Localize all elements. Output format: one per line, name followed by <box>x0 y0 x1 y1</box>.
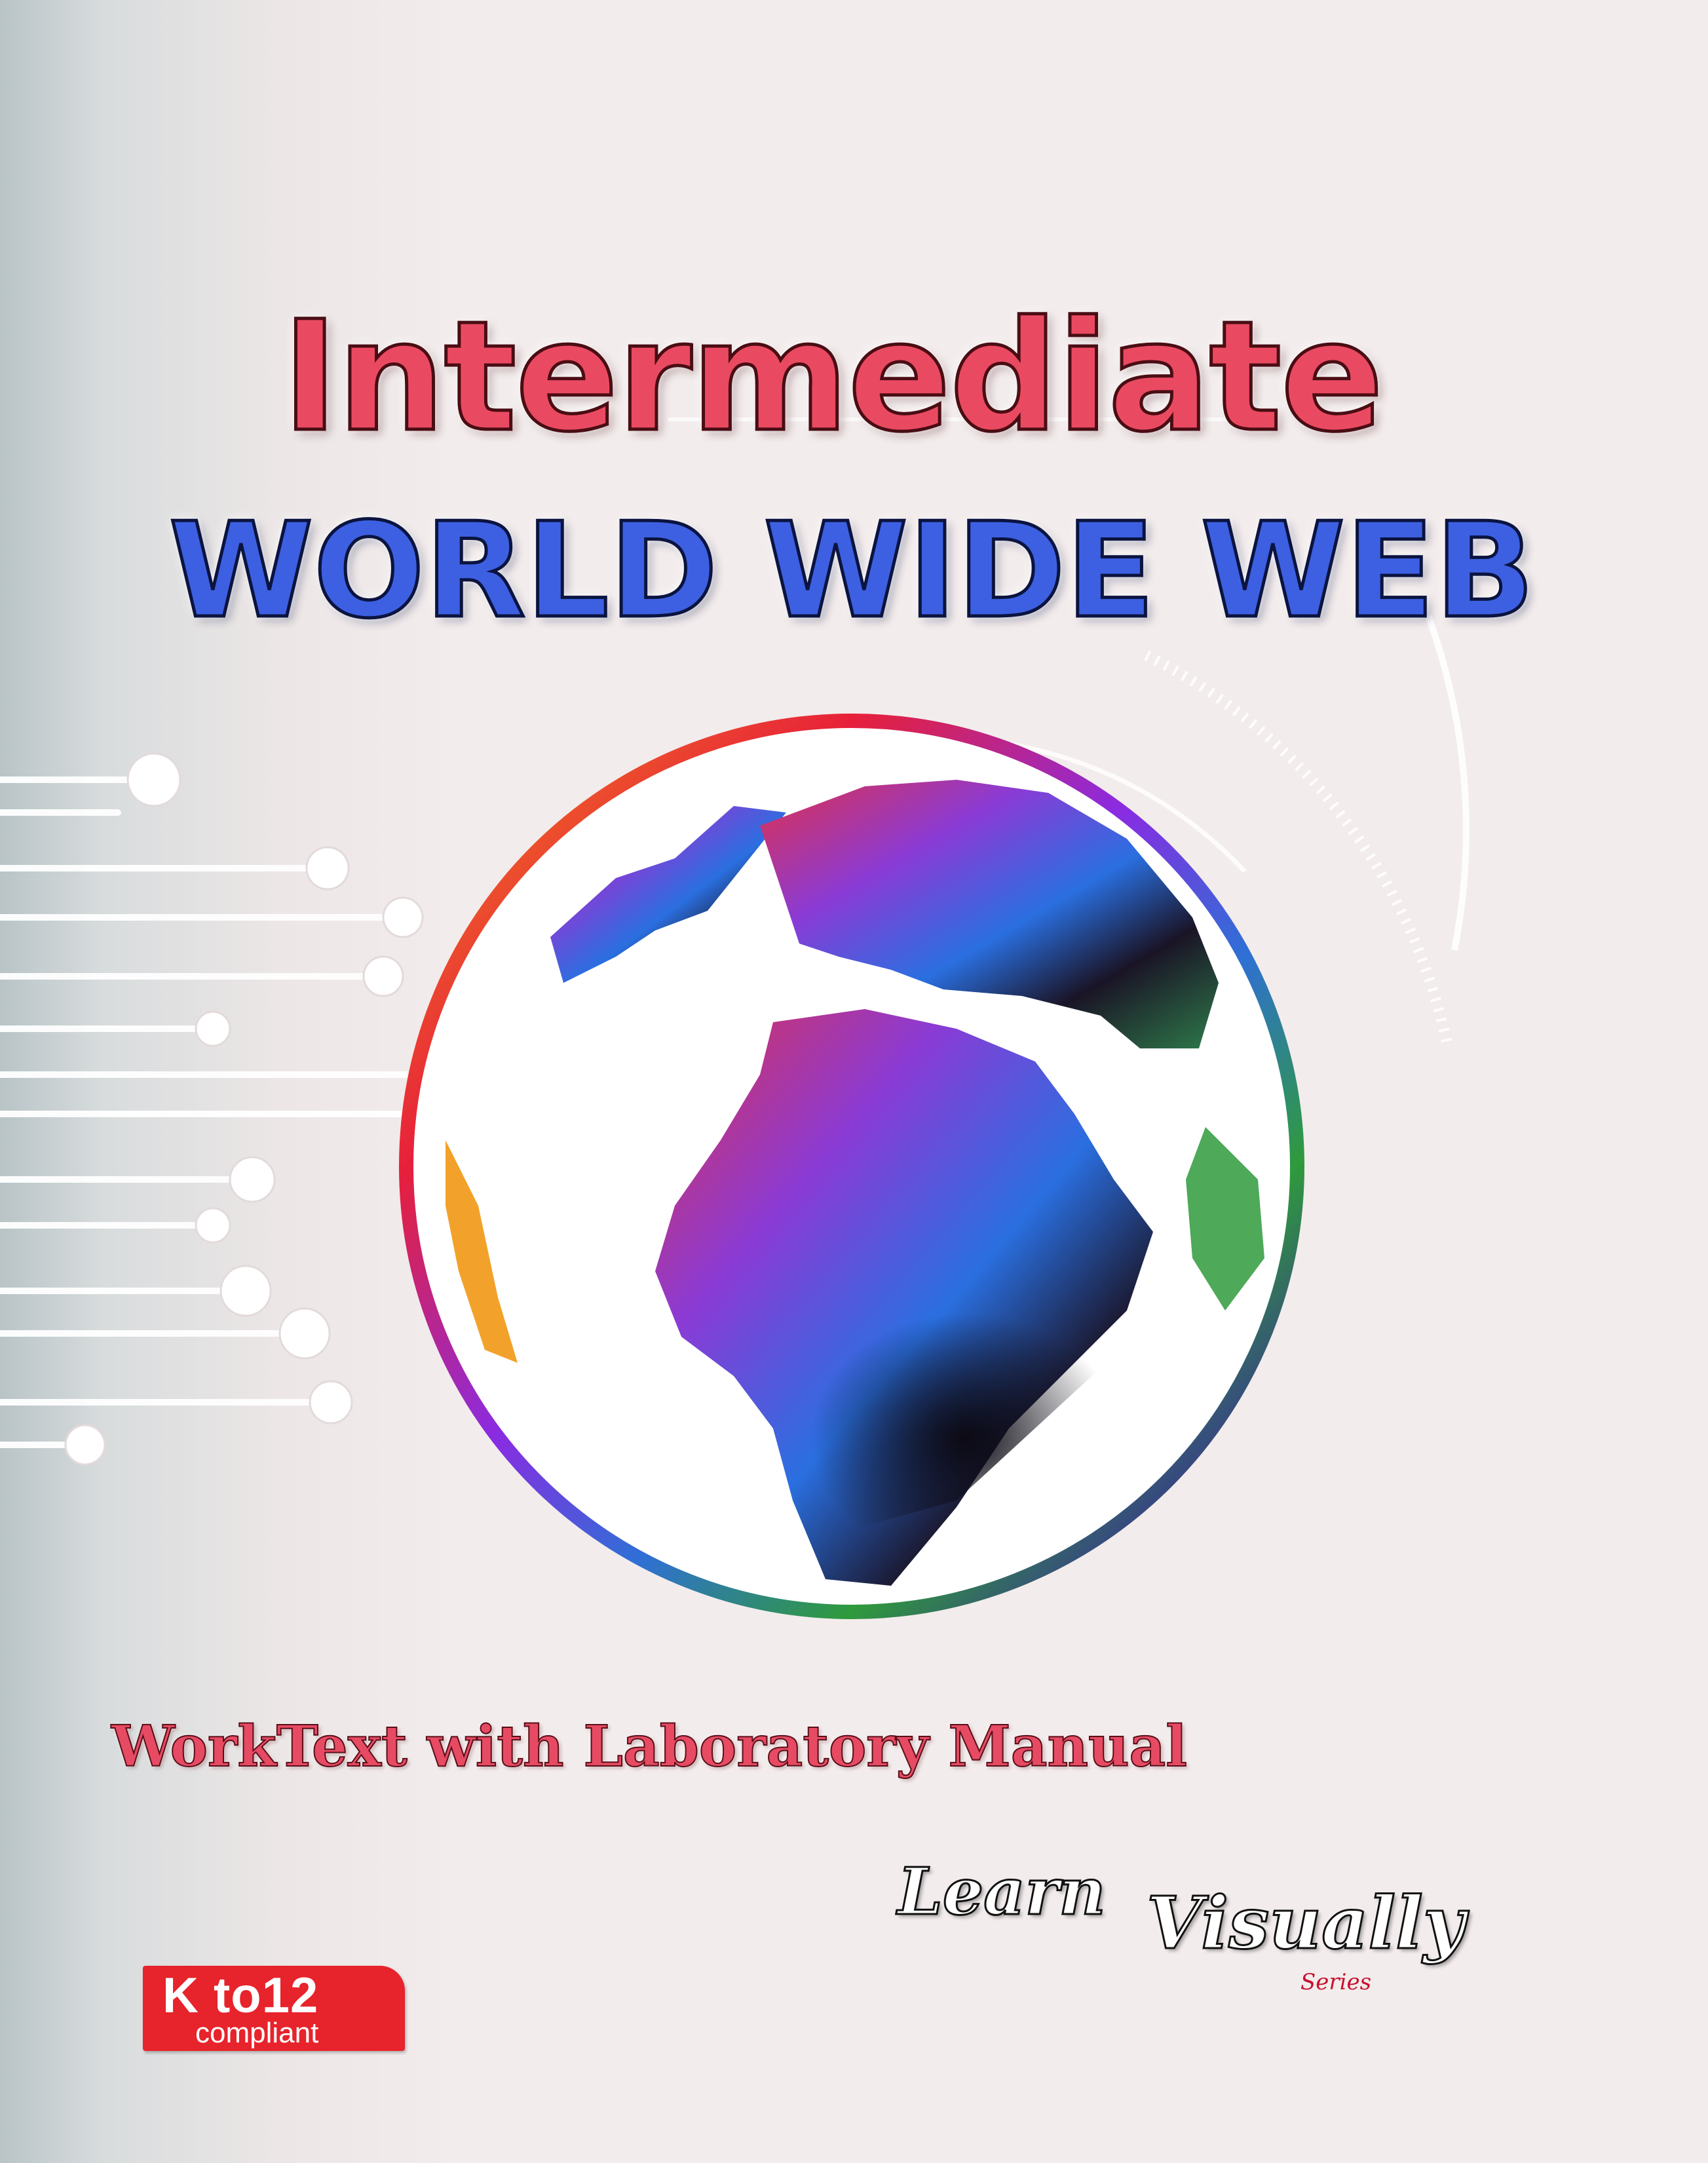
book-cover: Intermediate WORLD WIDE WEB WorkText wit… <box>0 0 1708 2163</box>
subtitle: WorkText with Laboratory Manual <box>111 1713 1188 1780</box>
series-logo-label: Series <box>1300 1969 1372 1995</box>
title-line-2: WORLD WIDE WEB <box>167 493 1536 649</box>
title-line-1: Intermediate <box>280 287 1386 467</box>
badge-sub-text: compliant <box>195 2017 319 2049</box>
k12-compliant-badge: K to12 compliant <box>143 1966 405 2051</box>
series-logo-word-visually: Visually <box>1146 1880 1466 1966</box>
badge-main-text: K to12 <box>162 1968 319 2023</box>
series-logo-word-learn: Learn <box>897 1854 1107 1931</box>
globe-icon <box>399 714 1304 1619</box>
